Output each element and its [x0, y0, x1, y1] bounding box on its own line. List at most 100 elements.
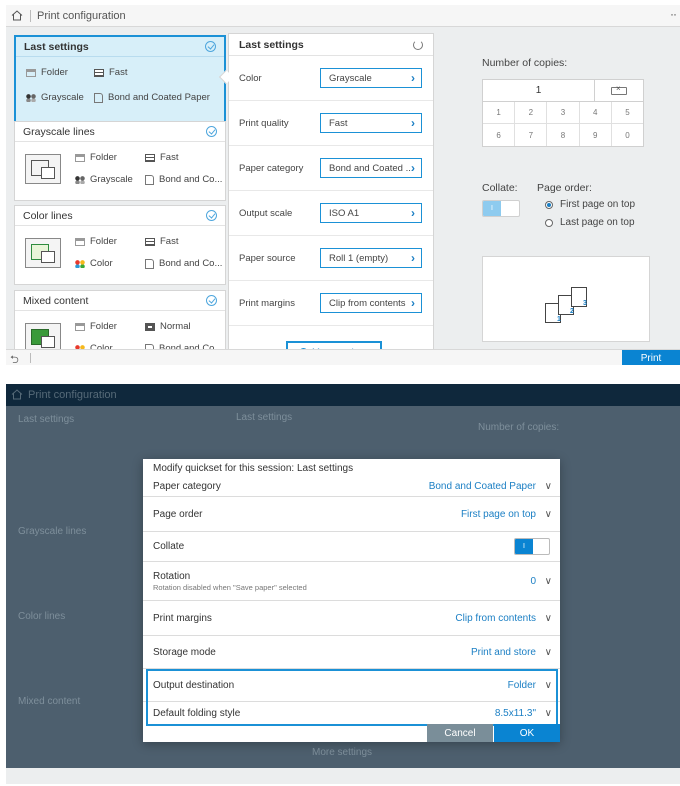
dialog-row-label: Collate	[153, 541, 185, 552]
thumbnail-icon	[25, 154, 61, 184]
refresh-icon[interactable]	[413, 39, 423, 50]
quickset-title: Color lines	[23, 209, 73, 222]
setting-value-button[interactable]: Clip from contents ›	[320, 293, 422, 313]
quickset-card-header: Color lines	[15, 206, 225, 226]
setting-row-paper-category: Paper category Bond and Coated ... ›	[229, 146, 433, 191]
quality-prop: Fast	[94, 67, 127, 78]
back-icon[interactable]: ⮌	[10, 351, 19, 365]
dimmed-label: Color lines	[18, 611, 66, 622]
dialog-row-label: Rotation Rotation disabled when "Save pap…	[153, 570, 307, 592]
chevron-down-icon: ∨	[544, 508, 552, 520]
setting-value-button[interactable]: Roll 1 (empty) ›	[320, 248, 422, 268]
dialog-row-print-margins[interactable]: Print margins Clip from contents ∨	[143, 601, 560, 636]
copies-input[interactable]: 1	[483, 80, 595, 101]
dialog-row-page-order[interactable]: Page order First page on top ∨	[143, 497, 560, 532]
grayscale-icon	[26, 93, 36, 102]
dialog-row-collate: Collate I	[143, 532, 560, 562]
collate-toggle[interactable]: I	[514, 538, 550, 555]
quality-prop: Fast	[145, 236, 178, 247]
chevron-down-icon: ∨	[544, 481, 552, 492]
ok-button[interactable]: OK	[494, 724, 560, 742]
dialog-row-rotation[interactable]: Rotation Rotation disabled when "Save pap…	[143, 562, 560, 601]
keypad-key[interactable]: 3	[547, 102, 580, 123]
keypad-key[interactable]: 8	[547, 124, 580, 146]
keypad-key[interactable]: 0	[612, 124, 643, 146]
setting-label: Paper category	[239, 162, 304, 174]
print-button[interactable]: Print	[622, 350, 680, 365]
collate-toggle[interactable]: I	[482, 200, 520, 217]
output-prop: Folder	[75, 152, 117, 163]
folder-icon	[75, 153, 85, 162]
chevron-right-icon: ›	[411, 296, 415, 310]
radio-last-page-on-top[interactable]: Last page on top	[545, 217, 635, 228]
setting-label: Print margins	[239, 297, 295, 309]
cancel-button[interactable]: Cancel	[427, 724, 493, 742]
color-dots-icon	[75, 259, 85, 268]
page-title: Print configuration	[37, 9, 126, 22]
divider	[30, 353, 31, 363]
chevron-down-icon: ∨	[544, 646, 552, 658]
setting-value-button[interactable]: Grayscale ›	[320, 68, 422, 88]
keypad-key[interactable]: 1	[483, 102, 516, 123]
quality-icon	[145, 322, 155, 331]
quickset-title: Last settings	[24, 40, 89, 53]
dialog-row-value: First page on top	[460, 508, 536, 520]
setting-label: Output scale	[239, 207, 293, 219]
keypad-key[interactable]: 2	[515, 102, 548, 123]
quickset-card-color-lines[interactable]: Color lines Folder Fast Color Bond and C…	[14, 205, 226, 285]
output-prop: Folder	[75, 236, 117, 247]
dialog-row-value: Clip from contents	[455, 612, 536, 624]
paper-icon	[145, 174, 154, 185]
keypad-key[interactable]: 9	[580, 124, 612, 146]
settings-panel-title: Last settings	[239, 38, 304, 51]
output-prop: Folder	[26, 67, 68, 78]
setting-value-button[interactable]: ISO A1 ›	[320, 203, 422, 223]
backspace-button[interactable]	[595, 80, 643, 101]
keypad-key[interactable]: 5	[612, 102, 643, 123]
chevron-down-icon: ∨	[544, 612, 552, 624]
top-bar: Print configuration ··	[6, 5, 680, 27]
keypad-key[interactable]: 7	[515, 124, 548, 146]
more-menu-icon[interactable]: ··	[670, 7, 677, 21]
dialog-row-value: 8.5x11.3"	[494, 707, 536, 719]
quality-prop: Normal	[145, 321, 191, 332]
color-prop: Color	[75, 258, 113, 269]
quickset-card-last-settings[interactable]: Last settings Folder Fast Grayscale Bond…	[14, 35, 226, 125]
home-icon[interactable]	[6, 5, 28, 27]
preview-page-number: 1	[557, 316, 561, 323]
setting-label: Paper source	[239, 252, 296, 264]
preview-page-number: 3	[583, 300, 587, 307]
dialog-row-paper-category[interactable]: Paper category Bond and Coated Paper ∨	[143, 477, 560, 497]
setting-value-button[interactable]: Fast ›	[320, 113, 422, 133]
quality-icon	[145, 237, 155, 246]
paper-prop: Bond and Coated Paper	[94, 92, 210, 103]
dialog-row-default-folding-style[interactable]: Default folding style 8.5x11.3" ∨	[143, 702, 560, 724]
setting-row-print-quality: Print quality Fast ›	[229, 101, 433, 146]
divider	[30, 9, 31, 22]
radio-first-page-on-top[interactable]: First page on top	[545, 199, 635, 210]
folder-icon	[75, 322, 85, 331]
page-title: Print configuration	[28, 388, 117, 401]
dialog-row-label: Print margins	[153, 612, 212, 624]
color-prop: Grayscale	[26, 92, 84, 103]
setting-row-output-scale: Output scale ISO A1 ›	[229, 191, 433, 236]
bottom-bar: ⮌ Print	[6, 349, 680, 365]
thumbnail-icon	[25, 238, 61, 268]
dimmed-label: Number of copies:	[478, 422, 560, 433]
keypad-key[interactable]: 4	[580, 102, 612, 123]
print-configuration-screen: Print configuration ·· Last settings Fol…	[6, 5, 680, 365]
check-circle-icon	[206, 295, 217, 306]
dialog-row-label: Paper category	[153, 481, 221, 492]
paper-prop: Bond and Co...	[145, 174, 222, 185]
quickset-card-grayscale-lines[interactable]: Grayscale lines Folder Fast Grayscale Bo…	[14, 121, 226, 201]
copies-label: Number of copies:	[482, 57, 568, 69]
check-circle-icon	[206, 126, 217, 137]
dialog-row-storage-mode[interactable]: Storage mode Print and store ∨	[143, 636, 560, 669]
dimmed-label: Mixed content	[18, 696, 81, 707]
dialog-row-output-destination[interactable]: Output destination Folder ∨	[143, 669, 560, 702]
backspace-icon	[611, 84, 627, 95]
rotation-note: Rotation disabled when "Save paper" sele…	[153, 582, 307, 592]
setting-value-button[interactable]: Bond and Coated ... ›	[320, 158, 422, 178]
keypad-key[interactable]: 6	[483, 124, 516, 146]
dialog-row-label: Output destination	[153, 679, 235, 691]
